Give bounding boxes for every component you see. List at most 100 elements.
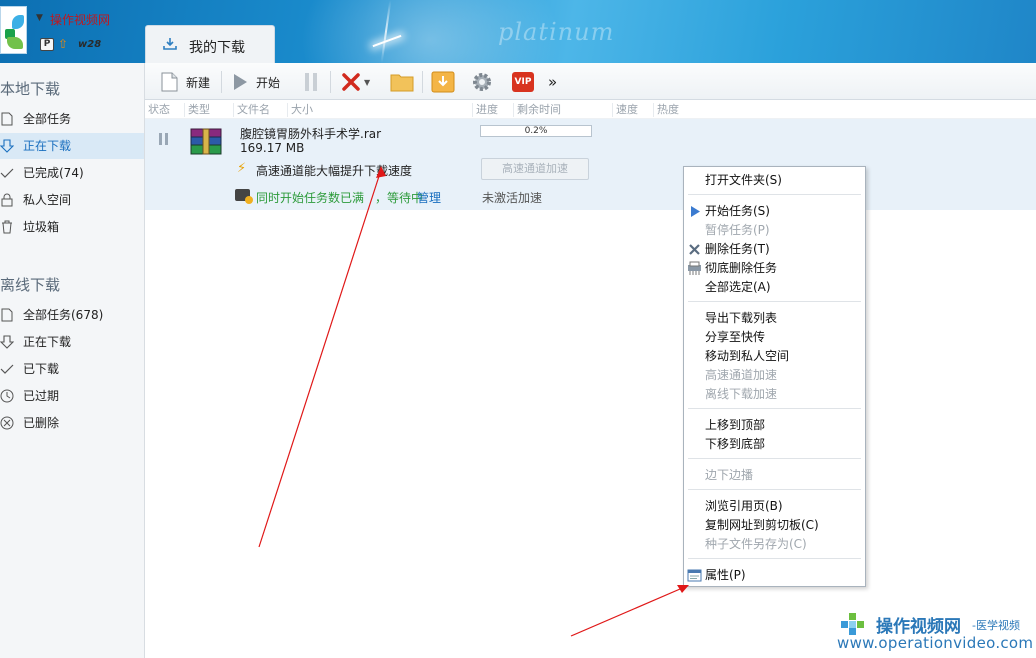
task-filename: 腹腔镜胃肠外科手术学.rar xyxy=(240,127,382,141)
context-menu: 打开文件夹(S) 开始任务(S) 暂停任务(P) 删除任务(T) 彻底删除任务 … xyxy=(683,166,866,587)
menu-pause-task[interactable]: 暂停任务(P) xyxy=(684,221,865,240)
manage-link[interactable]: 管理 xyxy=(417,189,441,206)
sidebar-item-all-tasks[interactable]: 全部任务 xyxy=(0,106,144,132)
menu-start-task[interactable]: 开始任务(S) xyxy=(684,202,865,221)
menu-move-top[interactable]: 上移到顶部 xyxy=(684,416,865,435)
sidebar-item-completed[interactable]: 已完成(74) xyxy=(0,160,144,186)
sidebar-item-label: 正在下载 xyxy=(23,335,72,349)
menu-save-torrent[interactable]: 种子文件另存为(C) xyxy=(684,535,865,554)
menu-properties[interactable]: 属性(P) xyxy=(684,566,865,585)
settings-button[interactable] xyxy=(471,69,493,95)
col-progress[interactable]: 进度 xyxy=(472,103,498,117)
level-up-icon: ⇧ xyxy=(58,37,69,51)
sidebar: 本地下载 全部任务 正在下载 已完成(74) 私人空间 垃圾箱 离线下载 全部任… xyxy=(0,63,145,658)
start-button[interactable]: 开始 xyxy=(232,69,280,95)
col-speed[interactable]: 速度 xyxy=(612,103,638,117)
sidebar-item-label: 全部任务(678) xyxy=(23,308,104,322)
clock-icon xyxy=(0,389,14,403)
column-header: 状态 类型 文件名 大小 进度 剩余时间 速度 热度 xyxy=(145,100,1036,119)
download-arrow-icon xyxy=(0,139,14,153)
folder-icon xyxy=(390,74,414,92)
watermark-url: www.operationvideo.com xyxy=(837,634,1034,652)
new-file-icon xyxy=(161,72,178,92)
sidebar-item-offline-downloading[interactable]: 正在下载 xyxy=(0,329,144,355)
sidebar-item-offline-expired[interactable]: 已过期 xyxy=(0,383,144,409)
gear-icon xyxy=(473,73,491,91)
vip-badge-icon[interactable]: P xyxy=(40,38,54,51)
site-logo-icon xyxy=(841,613,864,635)
task-limit-message: 同时开始任务数已满 xyxy=(256,191,365,205)
pause-button[interactable] xyxy=(303,69,319,95)
new-button[interactable]: 新建 xyxy=(161,69,210,95)
toolbar: 新建 开始 ▼ VIP » xyxy=(145,63,1036,100)
user-menu-caret-icon[interactable]: ▼ xyxy=(36,13,43,23)
watermark-subtitle: -医学视频 xyxy=(972,619,1020,632)
col-status[interactable]: 状态 xyxy=(145,103,170,117)
delete-x-icon xyxy=(342,73,360,91)
menu-copy-url[interactable]: 复制网址到剪切板(C) xyxy=(684,516,865,535)
menu-move-private[interactable]: 移动到私人空间 xyxy=(684,347,865,366)
username[interactable]: 操作视频网 xyxy=(50,11,110,28)
boost-button[interactable]: 高速通道加速 xyxy=(481,158,589,180)
section-local-downloads: 本地下载 xyxy=(0,80,61,98)
delete-button[interactable]: ▼ xyxy=(341,69,370,95)
menu-open-folder[interactable]: 打开文件夹(S) xyxy=(684,171,865,190)
menu-delete-permanently[interactable]: 彻底删除任务 xyxy=(684,259,865,278)
waiting-text: ，等待中 xyxy=(375,191,424,205)
menu-browse-referrer[interactable]: 浏览引用页(B) xyxy=(684,497,865,516)
sidebar-item-trash[interactable]: 垃圾箱 xyxy=(0,214,144,240)
menu-boost[interactable]: 高速通道加速 xyxy=(684,366,865,385)
vip-button[interactable]: VIP xyxy=(512,69,534,95)
sidebar-item-offline-deleted[interactable]: 已删除 xyxy=(0,410,144,436)
col-heat[interactable]: 热度 xyxy=(653,103,679,117)
delete-x-icon xyxy=(689,244,700,255)
pause-icon xyxy=(305,73,317,91)
lock-icon xyxy=(1,193,13,207)
sidebar-item-offline-all-tasks[interactable]: 全部任务(678) xyxy=(0,302,144,328)
sidebar-item-offline-downloaded[interactable]: 已下载 xyxy=(0,356,144,382)
delete-dropdown-icon[interactable]: ▼ xyxy=(364,78,370,87)
menu-select-all[interactable]: 全部选定(A) xyxy=(684,278,865,297)
menu-offline-boost[interactable]: 离线下载加速 xyxy=(684,385,865,404)
sidebar-item-label: 已过期 xyxy=(23,389,60,403)
progress-text: 0.2% xyxy=(524,126,548,136)
menu-play-while-downloading[interactable]: 边下边播 xyxy=(684,466,865,485)
sidebar-item-label: 已删除 xyxy=(23,416,60,430)
tab-label: 我的下载 xyxy=(189,40,245,56)
progress-bar: 0.2% xyxy=(480,125,592,137)
col-type[interactable]: 类型 xyxy=(184,103,210,117)
avatar[interactable] xyxy=(0,6,27,54)
install-button[interactable] xyxy=(431,69,455,95)
download-tray-icon xyxy=(163,38,177,50)
title-bar: platinum ▼ 操作视频网 P ⇧ w28 我的下载 xyxy=(0,0,1036,63)
col-filename[interactable]: 文件名 xyxy=(233,103,270,117)
more-button[interactable]: » xyxy=(548,69,557,95)
vip-label: VIP xyxy=(512,72,534,92)
lightning-icon: ⚡ xyxy=(237,161,247,176)
task-pause-icon[interactable] xyxy=(159,133,169,145)
sidebar-item-label: 垃圾箱 xyxy=(23,220,60,234)
main-panel: 新建 开始 ▼ VIP » 状态 类型 文件名 大小 进度 剩余时间 速度 热度… xyxy=(145,63,1036,658)
menu-share[interactable]: 分享至快传 xyxy=(684,328,865,347)
sidebar-item-label: 全部任务 xyxy=(23,112,72,126)
shredder-icon xyxy=(688,261,701,275)
check-icon xyxy=(0,364,14,374)
col-remaining[interactable]: 剩余时间 xyxy=(513,103,561,117)
document-icon xyxy=(1,112,13,126)
menu-move-bottom[interactable]: 下移到底部 xyxy=(684,435,865,454)
tab-my-downloads[interactable]: 我的下载 xyxy=(145,25,275,63)
play-icon xyxy=(234,74,247,90)
task-size: 169.17 MB xyxy=(240,141,305,155)
section-offline-downloads: 离线下载 xyxy=(0,276,61,294)
circle-x-icon xyxy=(0,416,14,430)
download-arrow-icon xyxy=(0,335,14,349)
menu-export-list[interactable]: 导出下载列表 xyxy=(684,309,865,328)
sidebar-item-label: 已下载 xyxy=(23,362,60,376)
sidebar-item-downloading[interactable]: 正在下载 xyxy=(0,133,144,159)
table-row[interactable]: 腹腔镜胃肠外科手术学.rar 169.17 MB 0.2% ⚡ 高速通道能大幅提… xyxy=(145,119,1036,210)
sidebar-item-private-space[interactable]: 私人空间 xyxy=(0,187,144,213)
monitor-warning-icon xyxy=(235,189,253,204)
menu-delete-task[interactable]: 删除任务(T) xyxy=(684,240,865,259)
open-folder-button[interactable] xyxy=(390,69,414,95)
col-size[interactable]: 大小 xyxy=(287,103,313,117)
